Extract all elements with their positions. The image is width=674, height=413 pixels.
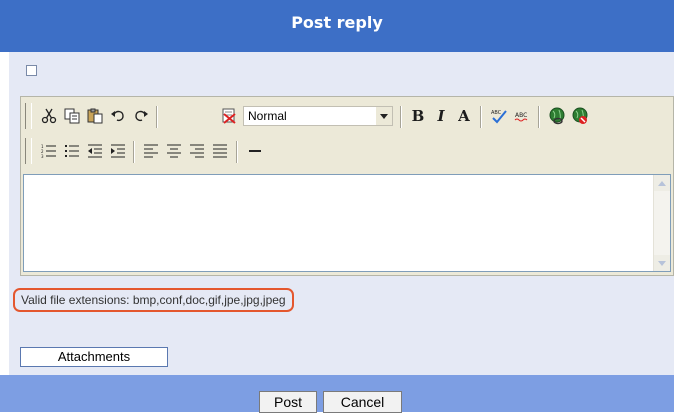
bold-button[interactable]: B — [407, 105, 429, 127]
chevron-down-icon[interactable] — [376, 107, 392, 125]
cancel-button[interactable]: Cancel — [323, 391, 402, 413]
link-icon[interactable] — [546, 105, 568, 127]
scissors-icon[interactable] — [38, 105, 60, 127]
svg-text:3: 3 — [41, 154, 44, 159]
remove-format-icon[interactable] — [218, 105, 240, 127]
copy-icon[interactable] — [61, 105, 83, 127]
toolbar-grip[interactable] — [25, 138, 32, 164]
undo-icon[interactable] — [107, 105, 129, 127]
option-checkbox[interactable] — [26, 65, 37, 76]
rich-text-editor: Normal B I A ABC ABC 1 2 3 — [20, 96, 674, 276]
bullet-list-icon[interactable] — [61, 140, 83, 162]
toolbar-separator — [133, 141, 135, 163]
italic-button[interactable]: I — [430, 105, 452, 127]
toolbar-separator — [480, 106, 482, 128]
form-footer: Post Cancel — [0, 375, 674, 413]
editor-toolbar-2: 123 — [21, 135, 673, 169]
indent-icon[interactable] — [107, 140, 129, 162]
toolbar-separator — [538, 106, 540, 128]
scroll-down-icon[interactable] — [654, 255, 670, 271]
vertical-scrollbar[interactable] — [653, 175, 670, 271]
abc-icon[interactable]: ABC — [511, 105, 533, 127]
format-select[interactable]: Normal — [243, 106, 393, 126]
valid-extensions-text: Valid file extensions: bmp,conf,doc,gif,… — [21, 293, 286, 307]
paste-icon[interactable] — [84, 105, 106, 127]
align-right-icon[interactable] — [186, 140, 208, 162]
toolbar-separator — [400, 106, 402, 128]
svg-text:ABC: ABC — [515, 112, 527, 119]
toolbar-separator — [156, 106, 158, 128]
font-button[interactable]: A — [453, 105, 475, 127]
svg-text:ABC: ABC — [491, 110, 502, 116]
align-left-icon[interactable] — [140, 140, 162, 162]
attachments-button[interactable]: Attachments — [20, 347, 168, 367]
spellcheck-icon[interactable]: ABC — [488, 105, 510, 127]
outdent-icon[interactable] — [84, 140, 106, 162]
align-center-icon[interactable] — [163, 140, 185, 162]
format-select-value: Normal — [248, 109, 287, 123]
justify-icon[interactable] — [209, 140, 231, 162]
editor-toolbar-1: Normal B I A ABC ABC — [21, 100, 673, 134]
horizontal-rule-icon[interactable] — [244, 140, 266, 162]
post-reply-header: Post reply — [0, 0, 674, 52]
toolbar-grip[interactable] — [25, 103, 32, 129]
toolbar-separator — [236, 141, 238, 163]
page-title: Post reply — [291, 13, 383, 32]
post-button[interactable]: Post — [259, 391, 317, 413]
scroll-up-icon[interactable] — [654, 175, 670, 191]
attachments-section: Valid file extensions: bmp,conf,doc,gif,… — [9, 285, 674, 375]
numbered-list-icon[interactable]: 123 — [38, 140, 60, 162]
redo-icon[interactable] — [130, 105, 152, 127]
options-row — [9, 52, 674, 92]
unlink-icon[interactable] — [569, 105, 591, 127]
message-body-textarea[interactable] — [23, 174, 671, 272]
editor-container: Normal B I A ABC ABC 1 2 3 — [9, 92, 674, 285]
valid-extensions-note: Valid file extensions: bmp,conf,doc,gif,… — [13, 288, 294, 312]
